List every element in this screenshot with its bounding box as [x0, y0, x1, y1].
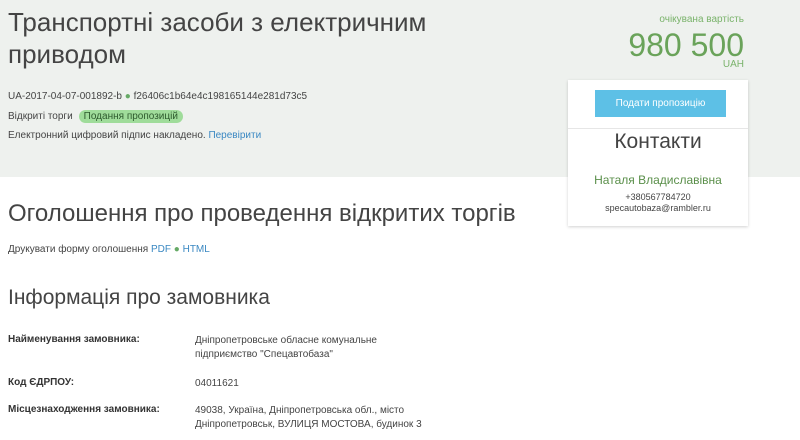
tender-id: UA-2017-04-07-001892-b [8, 91, 122, 102]
print-html-link[interactable]: HTML [183, 244, 210, 255]
verify-signature-link[interactable]: Перевірити [208, 130, 261, 141]
print-form-text: Друкувати форму оголошення [8, 244, 149, 255]
contacts-title: Контакти [614, 130, 702, 153]
tender-id-line: UA-2017-04-07-001892-b ● f26406c1b64e4c1… [8, 91, 307, 102]
info-value: 49038, Україна, Дніпропетровська обл., м… [195, 405, 422, 430]
signature-text: Електронний цифровий підпис накладено. [8, 130, 206, 141]
info-value: Дніпропетровське обласне комунальне підп… [195, 335, 377, 360]
card-divider [568, 128, 748, 129]
expected-value-label: очікувана вартість [659, 14, 744, 25]
contact-email: specautobaza@rambler.ru [605, 203, 711, 213]
info-label: Код ЄДРПОУ: [8, 377, 75, 388]
info-label: Найменування замовника: [8, 334, 140, 345]
announcement-heading: Оголошення про проведення відкритих торг… [8, 200, 516, 227]
page-title: Транспортні засоби з електричним приводо… [8, 7, 427, 69]
contact-card: Подати пропозицію Контакти Наталя Владис… [568, 80, 748, 226]
separator-dot-icon: ● [173, 244, 180, 255]
contact-name: Наталя Владиславівна [594, 173, 722, 187]
status-badge: Подання пропозицій [78, 110, 183, 123]
contact-phone: +380567784720 [625, 192, 691, 202]
procedure-line: Відкриті торги Подання пропозицій [8, 110, 183, 123]
info-value: 04011621 [195, 378, 239, 389]
tender-hash: f26406c1b64e4c198165144e281d73c5 [133, 91, 308, 102]
print-form-line: Друкувати форму оголошення PDF ● HTML [8, 244, 210, 255]
expected-value-currency: UAH [722, 59, 744, 70]
customer-info-heading: Інформація про замовника [8, 286, 270, 309]
procedure-type: Відкриті торги [8, 111, 73, 122]
submit-bid-button[interactable]: Подати пропозицію [595, 90, 726, 117]
print-pdf-link[interactable]: PDF [151, 244, 171, 255]
info-label: Місцезнаходження замовника: [8, 404, 160, 415]
signature-line: Електронний цифровий підпис накладено. П… [8, 130, 261, 141]
separator-dot-icon: ● [124, 91, 131, 102]
